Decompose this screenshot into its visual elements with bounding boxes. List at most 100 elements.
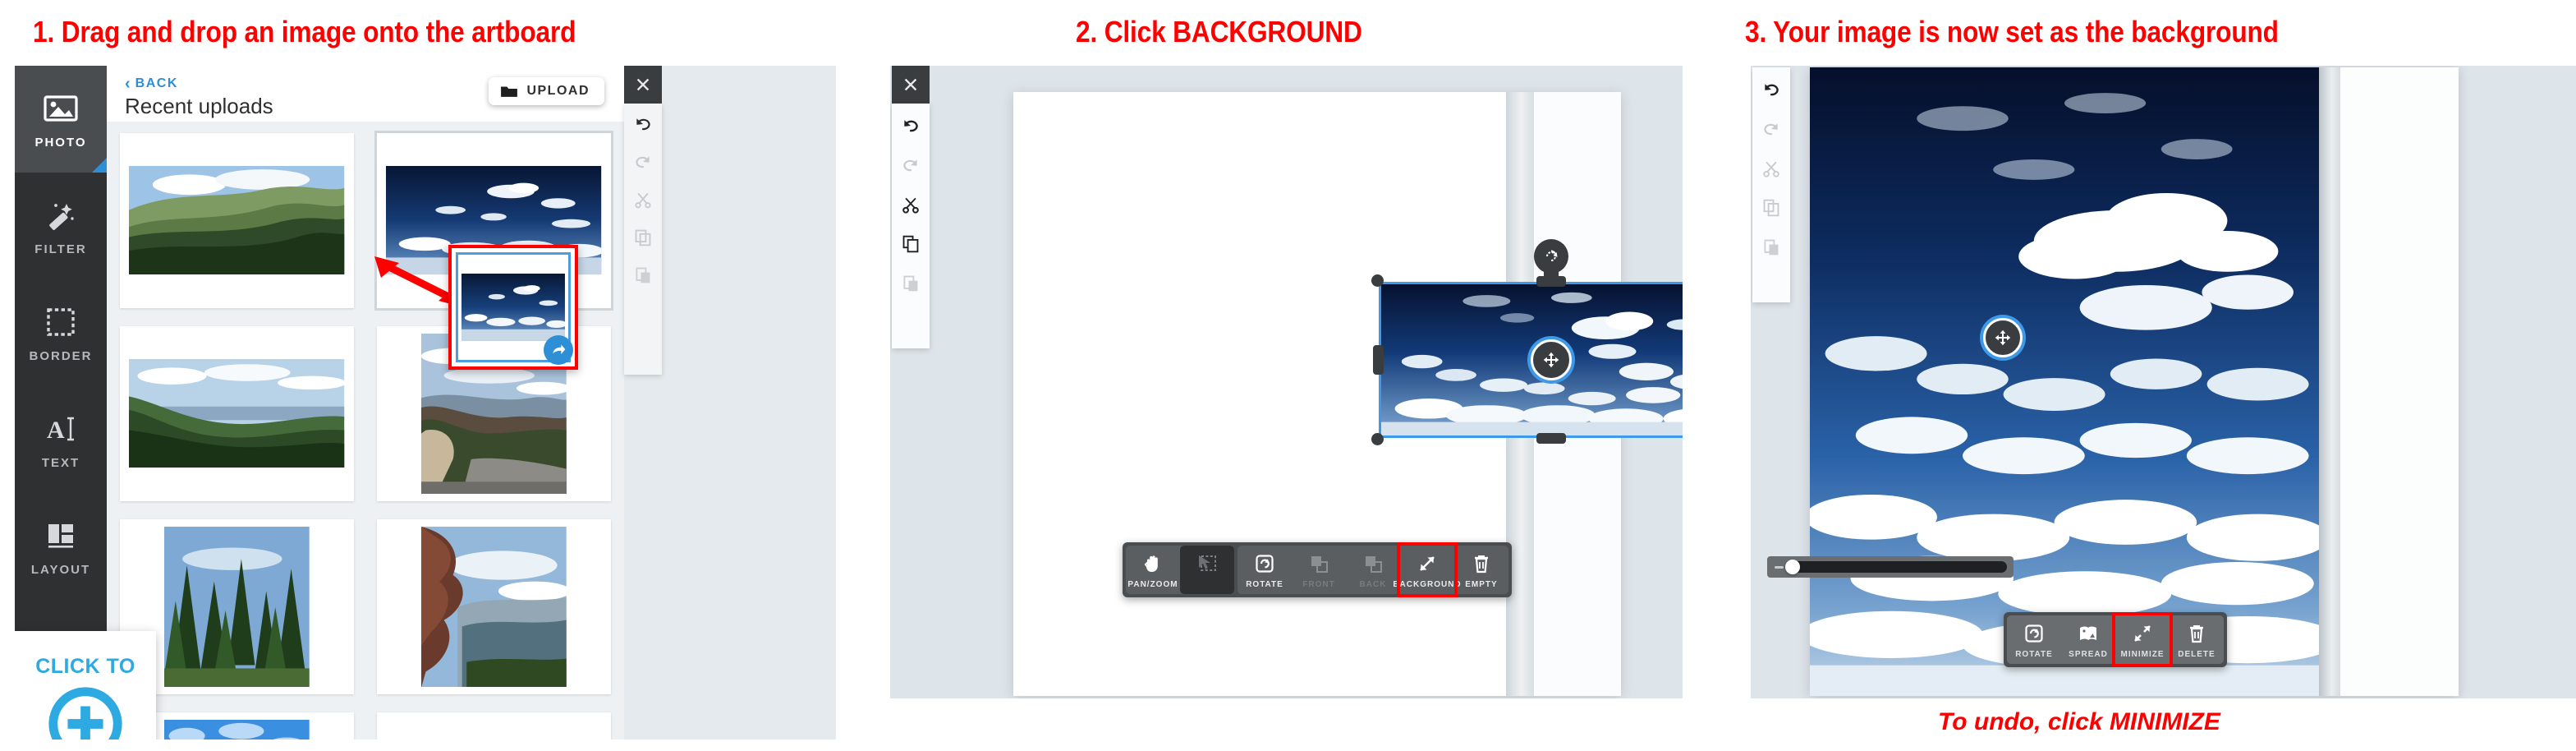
undo-icon[interactable] xyxy=(902,117,920,135)
action-rotate[interactable]: ROTATE xyxy=(2007,615,2061,664)
zoom-slider-thumb[interactable] xyxy=(1785,560,1800,574)
upload-label: UPLOAD xyxy=(526,84,590,98)
gallery-title: Recent uploads xyxy=(125,94,273,118)
bring-front-icon xyxy=(1308,553,1329,574)
photo-icon xyxy=(42,90,80,127)
action-rotate[interactable]: ROTATE xyxy=(1237,546,1292,594)
action-minimize[interactable]: MINIMIZE xyxy=(2112,612,2173,667)
spread-icon xyxy=(2078,623,2099,644)
resize-handle-top[interactable] xyxy=(1536,276,1566,287)
action-delete[interactable]: DELETE xyxy=(2170,615,2224,664)
select-icon xyxy=(1196,553,1218,574)
action-label: ROTATE xyxy=(1246,580,1283,589)
book-spread-with-background[interactable] xyxy=(1810,67,2459,696)
sidebar-item-layout[interactable]: LAYOUT xyxy=(15,493,107,600)
text-icon: A xyxy=(42,410,80,448)
plus-circle-icon xyxy=(45,684,126,739)
resize-handle-bottom[interactable] xyxy=(1536,433,1566,444)
dragged-sky-thumbnail[interactable] xyxy=(448,245,578,370)
spread-right-page[interactable] xyxy=(2340,67,2459,696)
action-label: MINIMIZE xyxy=(2120,650,2165,659)
cut-icon xyxy=(1762,159,1780,177)
send-back-icon xyxy=(1362,553,1384,574)
close-icon xyxy=(904,78,917,91)
selected-image-wrapper[interactable] xyxy=(1371,239,1683,445)
thumbnail-valley-overlook[interactable] xyxy=(120,326,354,501)
upload-button[interactable]: UPLOAD xyxy=(489,77,604,105)
action-spread[interactable]: SPREAD xyxy=(2061,615,2115,664)
sidebar-item-label: LAYOUT xyxy=(30,562,91,577)
copy-icon xyxy=(1762,199,1780,217)
image-action-toolbar[interactable]: PAN/ZOOM ROTATE FRONT BACK BACKGROUND EM… xyxy=(1123,542,1512,597)
resize-handle-left[interactable] xyxy=(1373,345,1384,375)
trash-icon xyxy=(1471,553,1492,574)
action-front[interactable]: FRONT xyxy=(1292,546,1346,594)
sidebar-active-corner xyxy=(92,158,107,173)
panel-1-edit-tools[interactable] xyxy=(624,104,662,375)
paste-icon xyxy=(634,266,652,284)
collapse-icon xyxy=(2132,623,2153,644)
gallery-header: ‹ BACK Recent uploads UPLOAD xyxy=(107,66,624,122)
minus-icon xyxy=(1775,565,1784,569)
step-1-screenshot: PHOTO FILTER BORDER A TEXT LAYOUT ‹ BACK… xyxy=(15,66,836,739)
cut-icon xyxy=(634,191,652,209)
action-select[interactable] xyxy=(1180,546,1234,594)
undo-instruction-caption: To undo, click MINIMIZE xyxy=(1938,708,2220,735)
sidebar-item-label: BORDER xyxy=(29,348,93,363)
share-arrow-icon xyxy=(544,335,573,365)
step-2-heading: 2. Click BACKGROUND xyxy=(1076,15,1362,48)
sky-background-fullbleed[interactable] xyxy=(1810,67,2319,696)
step-1-heading: 1. Drag and drop an image onto the artbo… xyxy=(33,15,576,48)
thumbnail-mountain-forest[interactable] xyxy=(120,133,354,308)
border-icon xyxy=(42,303,80,341)
action-empty[interactable]: EMPTY xyxy=(1454,546,1508,594)
thumbnail-sunbeam-forest[interactable] xyxy=(377,712,611,739)
redo-icon xyxy=(902,156,920,174)
action-label: BACKGROUND xyxy=(1393,580,1462,589)
rotate-icon xyxy=(1254,553,1275,574)
zoom-slider-track[interactable] xyxy=(1790,561,2007,573)
action-back[interactable]: BACK xyxy=(1346,546,1400,594)
rotate-handle-icon[interactable] xyxy=(1534,239,1568,274)
resize-handle-bl[interactable] xyxy=(1371,433,1384,445)
recent-uploads-panel: ‹ BACK Recent uploads UPLOAD xyxy=(107,66,624,739)
copy-icon[interactable] xyxy=(902,235,920,253)
step-3-screenshot: ROTATE SPREAD MINIMIZE DELETE xyxy=(1751,66,2576,698)
copy-icon xyxy=(634,228,652,246)
sidebar-item-filter[interactable]: FILTER xyxy=(15,173,107,279)
sidebar-item-label: FILTER xyxy=(34,242,87,256)
sidebar-item-text[interactable]: A TEXT xyxy=(15,386,107,493)
sidebar-item-border[interactable]: BORDER xyxy=(15,279,107,386)
action-background[interactable]: BACKGROUND xyxy=(1393,542,1461,597)
close-editor-button[interactable] xyxy=(892,66,930,104)
panel-3-edit-tools[interactable] xyxy=(1752,67,1790,302)
layout-icon xyxy=(42,517,80,555)
action-pan-zoom[interactable]: PAN/ZOOM xyxy=(1126,546,1180,594)
resize-handle-tl[interactable] xyxy=(1371,274,1384,287)
redo-icon xyxy=(1762,120,1780,138)
cut-icon[interactable] xyxy=(902,196,920,214)
undo-icon[interactable] xyxy=(634,115,652,133)
move-handle-icon[interactable] xyxy=(1531,339,1572,380)
zoom-slider[interactable] xyxy=(1767,556,2014,578)
action-label: FRONT xyxy=(1302,580,1335,589)
close-gallery-button[interactable] xyxy=(624,66,662,104)
back-button[interactable]: ‹ BACK xyxy=(125,76,178,92)
undo-icon[interactable] xyxy=(1762,81,1780,99)
step-2-screenshot: PAN/ZOOM ROTATE FRONT BACK BACKGROUND EM… xyxy=(890,66,1683,698)
chevron-left-icon: ‹ xyxy=(125,75,131,93)
svg-text:A: A xyxy=(47,417,65,444)
sidebar-item-photo[interactable]: PHOTO xyxy=(15,66,107,173)
move-handle-icon[interactable] xyxy=(1983,318,2023,357)
action-label: ROTATE xyxy=(2015,650,2053,659)
enlarge-top-label: CLICK TO xyxy=(35,655,135,678)
rotate-icon xyxy=(2023,623,2045,644)
action-label: SPREAD xyxy=(2069,650,2108,659)
click-to-enlarge-badge[interactable]: CLICK TO ENLARGE xyxy=(15,631,156,739)
action-label: EMPTY xyxy=(1465,580,1498,589)
thumbnail-autumn-mountain[interactable] xyxy=(377,519,611,694)
thumbnail-grid[interactable] xyxy=(107,122,624,739)
panel-2-edit-tools[interactable] xyxy=(892,104,930,348)
close-icon xyxy=(636,78,650,91)
background-action-toolbar[interactable]: ROTATE SPREAD MINIMIZE DELETE xyxy=(2004,612,2227,667)
